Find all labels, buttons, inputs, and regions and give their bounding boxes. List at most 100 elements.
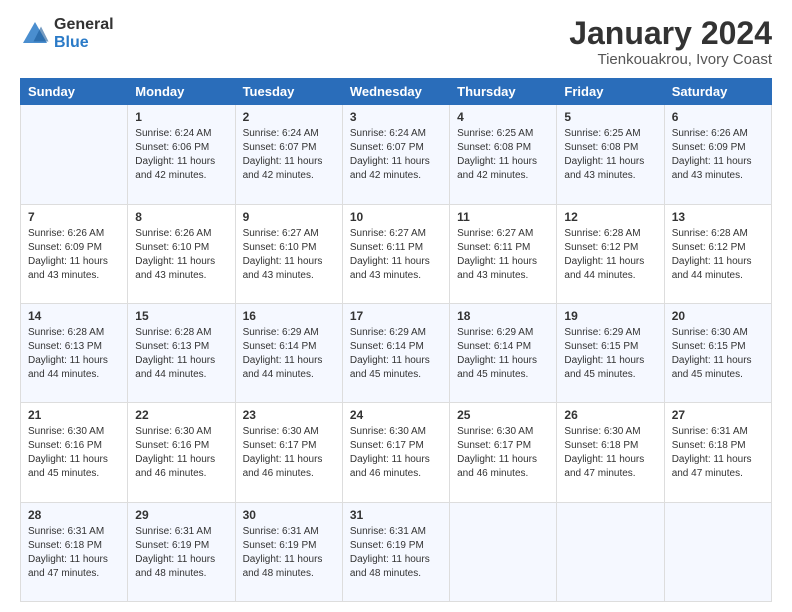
col-header-tuesday: Tuesday	[235, 79, 342, 105]
day-number: 19	[564, 308, 656, 324]
day-number: 21	[28, 407, 120, 423]
day-info: Sunrise: 6:28 AM Sunset: 6:12 PM Dayligh…	[672, 227, 764, 283]
day-number: 22	[135, 407, 227, 423]
day-info: Sunrise: 6:26 AM Sunset: 6:09 PM Dayligh…	[672, 127, 764, 183]
day-number: 16	[243, 308, 335, 324]
calendar-cell: 6 Sunrise: 6:26 AM Sunset: 6:09 PM Daylig…	[664, 105, 771, 204]
col-header-friday: Friday	[557, 79, 664, 105]
col-header-sunday: Sunday	[21, 79, 128, 105]
subtitle: Tienkouakrou, Ivory Coast	[569, 51, 772, 68]
calendar-cell: 11 Sunrise: 6:27 AM Sunset: 6:11 PM Dayli…	[450, 204, 557, 303]
day-number: 27	[672, 407, 764, 423]
day-info: Sunrise: 6:30 AM Sunset: 6:17 PM Dayligh…	[457, 425, 549, 481]
day-number: 8	[135, 209, 227, 225]
page: General Blue January 2024 Tienkouakrou, …	[0, 0, 792, 612]
day-info: Sunrise: 6:30 AM Sunset: 6:16 PM Dayligh…	[135, 425, 227, 481]
day-number: 4	[457, 109, 549, 125]
col-header-thursday: Thursday	[450, 79, 557, 105]
calendar-cell: 4Sunrise: 6:25 AM Sunset: 6:08 PM Daylig…	[450, 105, 557, 204]
calendar-cell	[450, 502, 557, 601]
day-number: 17	[350, 308, 442, 324]
day-number: 24	[350, 407, 442, 423]
day-info: Sunrise: 6:25 AM Sunset: 6:08 PM Dayligh…	[564, 127, 656, 183]
day-info: Sunrise: 6:27 AM Sunset: 6:10 PM Dayligh…	[243, 227, 335, 283]
day-info: Sunrise: 6:26 AM Sunset: 6:09 PM Dayligh…	[28, 227, 120, 283]
calendar-cell: 16 Sunrise: 6:29 AM Sunset: 6:14 PM Dayli…	[235, 303, 342, 402]
day-number: 31	[350, 507, 442, 523]
day-info: Sunrise: 6:30 AM Sunset: 6:17 PM Dayligh…	[350, 425, 442, 481]
day-number: 11	[457, 209, 549, 225]
day-number: 7	[28, 209, 120, 225]
day-info: Sunrise: 6:31 AM Sunset: 6:19 PM Dayligh…	[350, 525, 442, 581]
day-number: 13	[672, 209, 764, 225]
calendar-cell: 12 Sunrise: 6:28 AM Sunset: 6:12 PM Dayli…	[557, 204, 664, 303]
calendar-cell: 15 Sunrise: 6:28 AM Sunset: 6:13 PM Dayli…	[128, 303, 235, 402]
day-info: Sunrise: 6:29 AM Sunset: 6:14 PM Dayligh…	[243, 326, 335, 382]
day-number: 2	[243, 109, 335, 125]
col-header-wednesday: Wednesday	[342, 79, 449, 105]
header-row: SundayMondayTuesdayWednesdayThursdayFrid…	[21, 79, 772, 105]
day-number: 25	[457, 407, 549, 423]
logo: General Blue	[20, 16, 114, 51]
day-number: 10	[350, 209, 442, 225]
day-info: Sunrise: 6:30 AM Sunset: 6:16 PM Dayligh…	[28, 425, 120, 481]
calendar-cell: 30 Sunrise: 6:31 AM Sunset: 6:19 PM Dayli…	[235, 502, 342, 601]
main-title: January 2024	[569, 16, 772, 51]
calendar-cell: 29 Sunrise: 6:31 AM Sunset: 6:19 PM Dayli…	[128, 502, 235, 601]
day-info: Sunrise: 6:27 AM Sunset: 6:11 PM Dayligh…	[350, 227, 442, 283]
day-info: Sunrise: 6:28 AM Sunset: 6:12 PM Dayligh…	[564, 227, 656, 283]
day-number: 29	[135, 507, 227, 523]
calendar-cell: 22 Sunrise: 6:30 AM Sunset: 6:16 PM Dayli…	[128, 403, 235, 502]
week-row-2: 7 Sunrise: 6:26 AM Sunset: 6:09 PM Daylig…	[21, 204, 772, 303]
day-info: Sunrise: 6:30 AM Sunset: 6:18 PM Dayligh…	[564, 425, 656, 481]
calendar-cell: 10 Sunrise: 6:27 AM Sunset: 6:11 PM Dayli…	[342, 204, 449, 303]
day-info: Sunrise: 6:28 AM Sunset: 6:13 PM Dayligh…	[135, 326, 227, 382]
col-header-monday: Monday	[128, 79, 235, 105]
day-info: Sunrise: 6:31 AM Sunset: 6:19 PM Dayligh…	[243, 525, 335, 581]
day-info: Sunrise: 6:24 AM Sunset: 6:06 PM Dayligh…	[135, 127, 227, 183]
day-number: 18	[457, 308, 549, 324]
calendar-cell: 27 Sunrise: 6:31 AM Sunset: 6:18 PM Dayli…	[664, 403, 771, 502]
day-number: 9	[243, 209, 335, 225]
calendar-cell: 2Sunrise: 6:24 AM Sunset: 6:07 PM Daylig…	[235, 105, 342, 204]
day-number: 3	[350, 109, 442, 125]
header: General Blue January 2024 Tienkouakrou, …	[20, 16, 772, 68]
day-info: Sunrise: 6:30 AM Sunset: 6:15 PM Dayligh…	[672, 326, 764, 382]
calendar-cell: 14 Sunrise: 6:28 AM Sunset: 6:13 PM Dayli…	[21, 303, 128, 402]
calendar-table: SundayMondayTuesdayWednesdayThursdayFrid…	[20, 78, 772, 602]
calendar-cell: 18Sunrise: 6:29 AM Sunset: 6:14 PM Dayli…	[450, 303, 557, 402]
day-info: Sunrise: 6:31 AM Sunset: 6:18 PM Dayligh…	[672, 425, 764, 481]
day-number: 6	[672, 109, 764, 125]
day-info: Sunrise: 6:28 AM Sunset: 6:13 PM Dayligh…	[28, 326, 120, 382]
day-info: Sunrise: 6:29 AM Sunset: 6:14 PM Dayligh…	[350, 326, 442, 382]
day-number: 15	[135, 308, 227, 324]
day-info: Sunrise: 6:31 AM Sunset: 6:19 PM Dayligh…	[135, 525, 227, 581]
logo-general-text: General	[54, 16, 114, 34]
calendar-cell: 31 Sunrise: 6:31 AM Sunset: 6:19 PM Dayli…	[342, 502, 449, 601]
day-number: 1	[135, 109, 227, 125]
day-number: 26	[564, 407, 656, 423]
calendar-cell: 13 Sunrise: 6:28 AM Sunset: 6:12 PM Dayli…	[664, 204, 771, 303]
calendar-cell: 5 Sunrise: 6:25 AM Sunset: 6:08 PM Daylig…	[557, 105, 664, 204]
calendar-cell: 21 Sunrise: 6:30 AM Sunset: 6:16 PM Dayli…	[21, 403, 128, 502]
col-header-saturday: Saturday	[664, 79, 771, 105]
day-number: 5	[564, 109, 656, 125]
day-number: 12	[564, 209, 656, 225]
calendar-cell: 25 Sunrise: 6:30 AM Sunset: 6:17 PM Dayli…	[450, 403, 557, 502]
day-number: 23	[243, 407, 335, 423]
week-row-1: 1 Sunrise: 6:24 AM Sunset: 6:06 PM Daylig…	[21, 105, 772, 204]
day-info: Sunrise: 6:31 AM Sunset: 6:18 PM Dayligh…	[28, 525, 120, 581]
calendar-cell: 19Sunrise: 6:29 AM Sunset: 6:15 PM Dayli…	[557, 303, 664, 402]
calendar-cell	[664, 502, 771, 601]
calendar-cell: 7 Sunrise: 6:26 AM Sunset: 6:09 PM Daylig…	[21, 204, 128, 303]
title-block: January 2024 Tienkouakrou, Ivory Coast	[569, 16, 772, 68]
day-info: Sunrise: 6:24 AM Sunset: 6:07 PM Dayligh…	[350, 127, 442, 183]
week-row-4: 21 Sunrise: 6:30 AM Sunset: 6:16 PM Dayli…	[21, 403, 772, 502]
day-number: 14	[28, 308, 120, 324]
calendar-cell	[21, 105, 128, 204]
calendar-cell: 17 Sunrise: 6:29 AM Sunset: 6:14 PM Dayli…	[342, 303, 449, 402]
calendar-cell: 1 Sunrise: 6:24 AM Sunset: 6:06 PM Daylig…	[128, 105, 235, 204]
week-row-5: 28Sunrise: 6:31 AM Sunset: 6:18 PM Dayli…	[21, 502, 772, 601]
day-info: Sunrise: 6:27 AM Sunset: 6:11 PM Dayligh…	[457, 227, 549, 283]
day-number: 30	[243, 507, 335, 523]
